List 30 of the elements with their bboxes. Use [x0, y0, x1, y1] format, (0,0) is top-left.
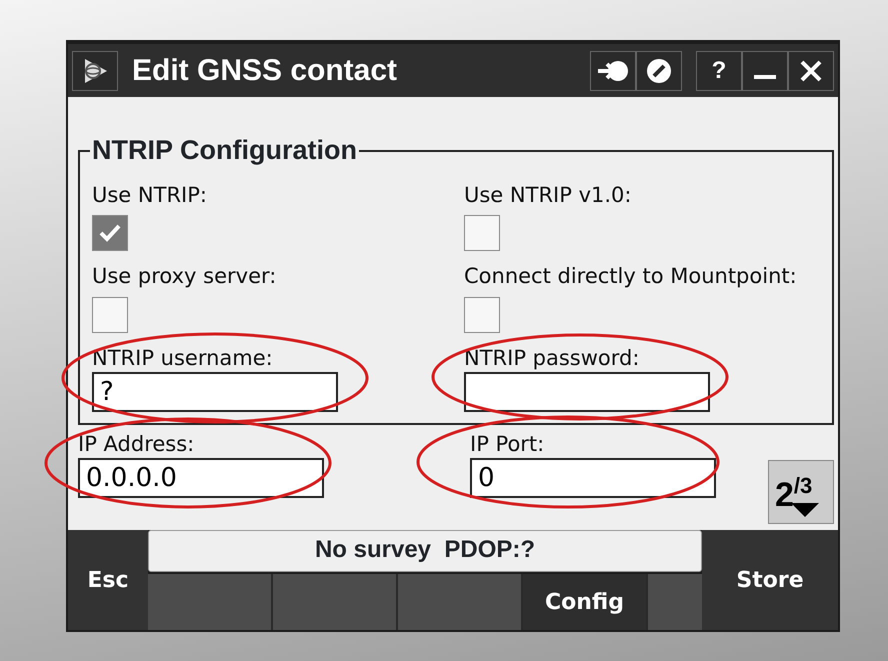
field-label: Use NTRIP v1.0:	[464, 182, 632, 209]
store-key[interactable]: Store	[702, 530, 838, 630]
cancel-icon[interactable]	[636, 50, 682, 90]
field-label: IP Address:	[78, 431, 196, 458]
minimize-icon[interactable]	[742, 50, 788, 90]
checkbox[interactable]	[92, 215, 128, 252]
login-icon[interactable]	[590, 50, 636, 90]
field-label: IP Port:	[470, 431, 546, 458]
check-icon	[98, 223, 122, 244]
field-label: Connect directly to Mountpoint:	[464, 263, 798, 290]
field-label: Use NTRIP:	[92, 182, 208, 209]
checkbox[interactable]	[464, 296, 500, 333]
page-button[interactable]: 2$^{/3}$	[768, 460, 834, 524]
field-label: NTRIP username:	[92, 344, 274, 372]
softkey[interactable]: Config	[523, 574, 648, 630]
input-field[interactable]: 0.0.0.0	[78, 458, 324, 498]
input-field[interactable]	[464, 372, 710, 412]
input-field[interactable]: 0	[470, 458, 716, 498]
window-title: Edit GNSS contact	[132, 53, 398, 89]
status-bar: No survey PDOP:?	[148, 530, 702, 572]
input-field[interactable]: ?	[92, 372, 338, 412]
checkbox[interactable]	[92, 296, 128, 333]
field-label: NTRIP password:	[464, 344, 640, 372]
help-button[interactable]: ?	[696, 50, 742, 90]
caret-icon	[791, 503, 819, 518]
checkbox[interactable]	[464, 215, 500, 252]
field-label: Use proxy server:	[92, 263, 278, 290]
app-logo-icon[interactable]	[72, 50, 118, 90]
esc-key[interactable]: Esc	[68, 530, 148, 630]
close-icon[interactable]	[788, 50, 834, 90]
